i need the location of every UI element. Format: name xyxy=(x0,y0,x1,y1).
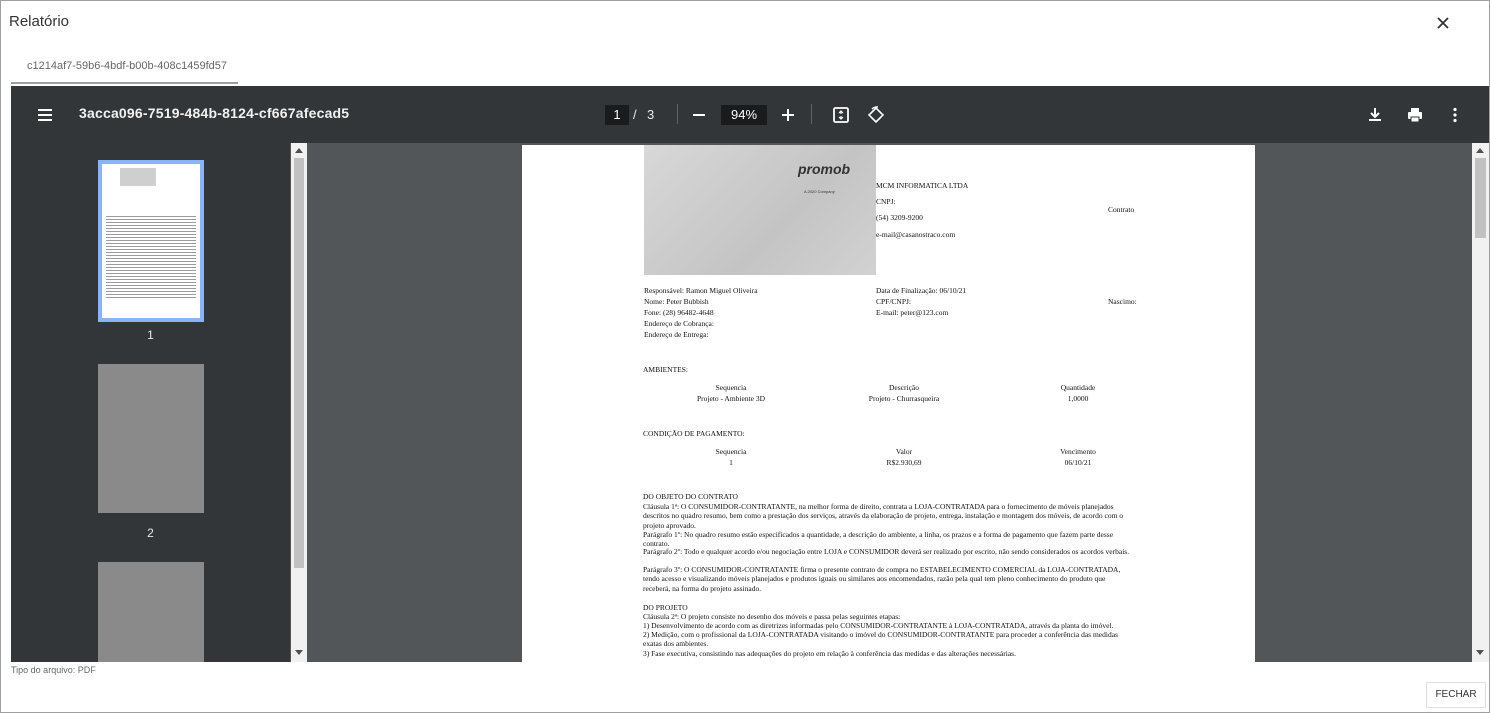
client-entrega: Endereço de Entrega: xyxy=(644,330,709,339)
dialog-title: Relatório xyxy=(9,13,70,30)
pagamento-cell: 06/10/21 xyxy=(1064,458,1092,467)
sidebar-scroll-thumb[interactable] xyxy=(294,158,304,568)
page-thumbnail-3[interactable] xyxy=(98,562,204,662)
pdf-viewer: 3acca096-7519-484b-8124-cf667afecad5 1 /… xyxy=(11,86,1489,662)
thumbnail-label: 1 xyxy=(147,328,154,342)
close-button[interactable]: FECHAR xyxy=(1426,682,1486,708)
pdf-page: promob A 2020 Company MCM INFORMATICA LT… xyxy=(522,145,1255,662)
sidebar-scrollbar[interactable] xyxy=(291,143,307,662)
page-total: 3 xyxy=(647,107,655,122)
rotate-icon[interactable] xyxy=(866,105,886,125)
company-logo: promob A 2020 Company xyxy=(644,145,876,275)
toolbar-divider xyxy=(677,104,678,124)
client-data-finalizacao: Data de Finalização: 06/10/21 xyxy=(876,286,967,295)
toolbar-divider xyxy=(811,104,812,124)
scroll-down-arrow[interactable] xyxy=(1476,650,1484,655)
logo-brand: promob xyxy=(798,161,851,177)
download-icon[interactable] xyxy=(1365,105,1385,125)
client-nome: Nome: Peter Bubbish xyxy=(644,297,709,306)
paragrafo-3: Parágrafo 3º: O CONSUMIDOR-CONTRATANTE f… xyxy=(643,565,1121,593)
scroll-up-arrow[interactable] xyxy=(1476,148,1484,153)
client-nascimento: Nascimo: xyxy=(1108,297,1137,306)
thumbnail-label: 2 xyxy=(147,526,154,540)
client-cobranca: Endereço de Cobrança: xyxy=(644,319,714,328)
document-title: 3acca096-7519-484b-8124-cf667afecad5 xyxy=(79,105,350,121)
scroll-down-arrow[interactable] xyxy=(295,650,303,655)
ambientes-cell: Projeto - Ambiente 3D xyxy=(696,394,766,403)
company-name: MCM INFORMATICA LTDA xyxy=(876,181,969,190)
clausula-2: Cláusula 2ª: O projeto consiste no desen… xyxy=(643,612,901,621)
projeto-item-3: 3) Fase executiva, consistindo nas adequ… xyxy=(643,649,1016,658)
tab-file[interactable]: c1214af7-59b6-4bdf-b00b-408c1459fd57 xyxy=(11,53,238,84)
clausula-1: Cláusula 1ª: O CONSUMIDOR-CONTRATANTE, n… xyxy=(643,502,1124,530)
logo-tagline: A 2020 Company xyxy=(804,189,835,194)
company-phone: (54) 3209-9200 xyxy=(876,213,923,222)
company-cnpj: CNPJ: xyxy=(876,197,896,206)
close-icon[interactable] xyxy=(1433,13,1453,33)
document-scrollbar[interactable] xyxy=(1472,143,1489,662)
company-email: e-mail@casanostraco.com xyxy=(876,230,956,239)
fit-page-icon[interactable] xyxy=(831,105,851,125)
pagamento-cell: R$2.930,69 xyxy=(886,458,922,467)
zoom-in-icon[interactable] xyxy=(778,105,798,125)
print-icon[interactable] xyxy=(1405,105,1425,125)
ambientes-header: Quantidade xyxy=(1060,383,1096,392)
more-options-icon[interactable] xyxy=(1445,105,1465,125)
ambientes-cell: 1,0000 xyxy=(1067,394,1089,403)
paragrafo-1: Parágrafo 1º: No quadro resumo estão esp… xyxy=(643,530,1114,549)
report-dialog: Relatório c1214af7-59b6-4bdf-b00b-408c14… xyxy=(0,0,1490,713)
projeto-item-1: 1) Desenvolvimento de acordo com as dire… xyxy=(643,621,1114,630)
pagamento-header: Sequencia xyxy=(715,447,747,456)
zoom-input[interactable]: 94% xyxy=(721,105,767,125)
page-number-input[interactable]: 1 xyxy=(605,105,629,125)
ambientes-header: Descrição xyxy=(889,383,919,392)
ambientes-cell: Projeto - Churrasqueira xyxy=(868,394,940,403)
page-thumbnail-2[interactable] xyxy=(98,364,204,513)
client-cpf: CPF/CNPJ: xyxy=(876,297,912,306)
scroll-up-arrow[interactable] xyxy=(295,148,303,153)
paragrafo-2: Parágrafo 2º: Todo e qualquer acordo e/o… xyxy=(643,547,1130,556)
pagamento-heading: CONDIÇÃO DE PAGAMENTO: xyxy=(643,429,745,438)
page-thumbnail-1[interactable] xyxy=(98,160,204,322)
objeto-heading: DO OBJETO DO CONTRATO xyxy=(643,492,738,501)
pagamento-header: Vencimento xyxy=(1060,447,1096,456)
client-responsavel: Responsável: Ramon Miguel Oliveira xyxy=(644,286,758,295)
pagamento-cell: 1 xyxy=(729,458,733,467)
projeto-heading: DO PROJETO xyxy=(643,603,688,612)
document-scroll-thumb[interactable] xyxy=(1475,158,1486,238)
client-fone: Fone: (28) 96482-4648 xyxy=(644,308,714,317)
contract-label: Contrato xyxy=(1108,205,1135,214)
menu-icon[interactable] xyxy=(35,105,55,125)
client-email: E-mail: peter@123.com xyxy=(876,308,949,317)
thumbnail-sidebar: 1 2 xyxy=(11,143,290,662)
pdf-toolbar: 3acca096-7519-484b-8124-cf667afecad5 1 /… xyxy=(11,86,1489,143)
file-type-label: Tipo do arquivo: PDF xyxy=(11,665,96,675)
page-separator: / xyxy=(633,107,637,122)
ambientes-header: Sequencia xyxy=(715,383,747,392)
zoom-out-icon[interactable] xyxy=(689,105,709,125)
pagamento-header: Valor xyxy=(895,447,913,456)
projeto-item-2: 2) Medição, com o profissional da LOJA-C… xyxy=(643,630,1118,649)
ambientes-heading: AMBIENTES: xyxy=(643,365,688,374)
